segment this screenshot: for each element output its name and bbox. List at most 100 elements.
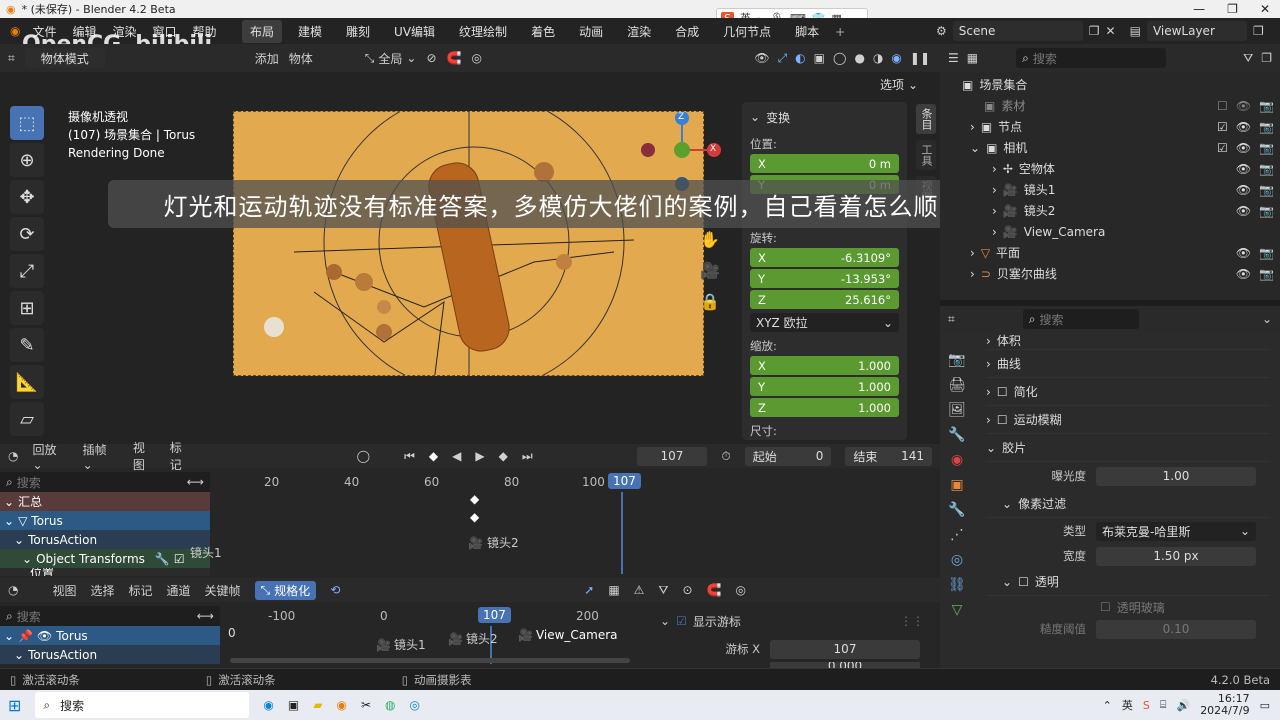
eye-icon[interactable]: 👁 (1236, 99, 1251, 113)
world-tab-icon[interactable]: ◉ (951, 452, 963, 468)
timeline-ruler[interactable]: 20 40 60 80 100 107 (210, 472, 930, 492)
menu-view[interactable]: 视图 (133, 439, 156, 473)
channel-torus-action[interactable]: ⌄ TorusAction (0, 530, 210, 549)
menu-marker[interactable]: 标记 (170, 439, 193, 473)
menu-playback[interactable]: 回放 ⌄ (32, 441, 68, 472)
graph-marker-view-camera[interactable]: 🎥 View_Camera (518, 628, 618, 642)
menu-select[interactable]: 选择 (91, 582, 115, 599)
swap-icon[interactable]: ⟷ (197, 609, 214, 623)
options-button[interactable]: 选项 ⌄ (880, 76, 918, 93)
roughness-field[interactable]: 0.10 (1096, 619, 1256, 639)
move-tool[interactable]: ✥ (10, 180, 44, 214)
section-simplify[interactable]: › ☐ 简化 (986, 378, 1270, 406)
close-icon[interactable]: ✕ (1260, 2, 1270, 16)
section-motion-blur[interactable]: › ☐ 运动模糊 (986, 406, 1270, 434)
camera-view-icon[interactable]: 🎥 (700, 261, 720, 280)
shading-wire-icon[interactable]: ◯ (833, 51, 846, 65)
properties-search[interactable]: ⌕ 搜索 (1022, 309, 1139, 329)
chevron-right-icon[interactable]: › (992, 225, 997, 239)
eye-icon[interactable]: 👁 (1236, 246, 1251, 260)
viewlayer-selector[interactable]: ViewLayer (1146, 21, 1247, 41)
camera-icon[interactable]: 📷 (1259, 120, 1274, 134)
properties-editor-icon[interactable]: ⌗ (948, 312, 955, 327)
rotate-tool[interactable]: ⟳ (10, 217, 44, 251)
outliner-item-view-camera[interactable]: › 🎥 View_Camera (946, 221, 1274, 242)
pivot-icon[interactable]: ⊘ (426, 51, 436, 65)
windows-start-icon[interactable]: ⊞ (8, 696, 21, 715)
taskbar-search[interactable]: ⌕ 搜索 (35, 692, 250, 718)
rot-z-field[interactable]: Z 25.616° (750, 290, 899, 309)
new-viewlayer-icon[interactable]: ❐ (1253, 24, 1264, 38)
particles-tab-icon[interactable]: ⋰ (950, 527, 964, 543)
overlay-icon[interactable]: ◐ (795, 51, 805, 65)
current-frame-field[interactable]: 107 (636, 446, 708, 466)
exposure-field[interactable]: 1.00 (1096, 466, 1256, 486)
chevron-down-icon[interactable]: ⌄ (1262, 312, 1272, 326)
stopwatch-icon[interactable]: ⏱ (721, 449, 730, 464)
edge-icon[interactable]: ◉ (263, 698, 273, 712)
outliner-item-nodes[interactable]: › ▣ 节点 ☑ 👁 📷 (946, 116, 1274, 137)
add-workspace-icon[interactable]: + (835, 25, 845, 39)
auto-key-icon[interactable]: ◯ (357, 449, 370, 463)
hand-icon[interactable]: ✋ (700, 230, 720, 249)
chevron-down-icon[interactable]: ⌄ (970, 141, 980, 155)
volume-icon[interactable]: 🔊 (1176, 699, 1190, 712)
horizontal-scrollbar[interactable] (230, 658, 630, 663)
camera-icon[interactable]: 📷 (1259, 99, 1274, 113)
eye-icon[interactable]: 👁 (1236, 204, 1251, 218)
tab-geometry-nodes[interactable]: 几何节点 (715, 20, 779, 43)
next-keyframe-icon[interactable]: ◆ (499, 449, 508, 463)
tab-item[interactable]: 条目 (916, 104, 936, 134)
filter-icon[interactable]: ⛛ (658, 583, 668, 598)
channel-location[interactable]: 位置 (0, 568, 210, 576)
outliner-item-empty[interactable]: › ✢ 空物体 👁 📷 (946, 158, 1274, 179)
tab-shading[interactable]: 着色 (523, 20, 563, 43)
render-tab-icon[interactable]: 📷 (948, 352, 965, 368)
tab-tool[interactable]: 工具 (916, 140, 936, 170)
jump-start-icon[interactable]: ⏮ (404, 449, 415, 464)
playhead-label[interactable]: 107 (608, 473, 641, 489)
tray-chevron-icon[interactable]: ⌃ (1103, 699, 1112, 712)
file-explorer-icon[interactable]: ▰ (313, 698, 322, 712)
checkbox-icon[interactable]: ☐ (1018, 575, 1029, 589)
outliner-item-camera[interactable]: ⌄ ▣ 相机 ☑ 👁 📷 (946, 137, 1274, 158)
filter-icon[interactable]: ⛛ (1243, 51, 1253, 66)
menu-object[interactable]: 物体 (289, 50, 313, 67)
eye-icon[interactable]: 👁 (1236, 141, 1251, 155)
section-curves[interactable]: › 曲线 (986, 350, 1270, 378)
scale-x-field[interactable]: X 1.000 (750, 356, 899, 375)
checkbox-icon[interactable]: ☐ (1217, 99, 1228, 113)
only-selected-icon[interactable]: ➚ (584, 583, 594, 597)
filter-type-select[interactable]: 布莱克曼-哈里斯 ⌄ (1096, 521, 1256, 541)
tab-uv[interactable]: UV编辑 (386, 20, 443, 43)
section-volume[interactable]: › 体积 (986, 332, 1270, 350)
scale-z-field[interactable]: Z 1.000 (750, 398, 899, 417)
camera-icon[interactable]: 📷 (1259, 246, 1274, 260)
prev-keyframe-icon[interactable]: ◆ (429, 449, 438, 463)
checkbox-icon[interactable]: ☑ (1217, 120, 1228, 134)
menu-channel[interactable]: 通道 (167, 582, 191, 599)
chevron-right-icon[interactable]: › (970, 246, 975, 260)
camera-icon[interactable]: 📷 (1259, 162, 1274, 176)
refresh-icon[interactable]: ⟲ (330, 583, 340, 597)
timeline-search[interactable]: 搜索 (17, 474, 41, 491)
data-tab-icon[interactable]: ▽ (952, 602, 963, 618)
chevron-right-icon[interactable]: › (992, 162, 997, 176)
snap-icon[interactable]: 🧲 (447, 51, 462, 65)
transform-tool[interactable]: ⊞ (10, 291, 44, 325)
menu-keying[interactable]: 插帧 ⌄ (83, 441, 119, 472)
outliner-item-bezier[interactable]: › ⊃ 贝塞尔曲线 👁 📷 (946, 263, 1274, 284)
proportional-icon[interactable]: ◎ (736, 583, 746, 597)
show-cursor-checkbox[interactable]: ☑ (676, 614, 687, 628)
sogou-tray-icon[interactable]: S (1143, 699, 1150, 712)
lock-icon[interactable]: 🔒 (700, 292, 720, 311)
restore-icon[interactable]: ❐ (1227, 2, 1238, 16)
outliner-root[interactable]: ▣ 场景集合 (946, 74, 1274, 95)
end-frame-field[interactable]: 结束 141 (845, 446, 932, 466)
xray-icon[interactable]: ▣ (814, 51, 825, 65)
tab-rendering[interactable]: 渲染 (619, 20, 659, 43)
browser-icon[interactable]: ◎ (410, 698, 420, 712)
blender-menu-icon[interactable]: ◉ (10, 24, 20, 38)
tab-texture-paint[interactable]: 纹理绘制 (451, 20, 515, 43)
capcut-icon[interactable]: ✂ (361, 698, 371, 712)
